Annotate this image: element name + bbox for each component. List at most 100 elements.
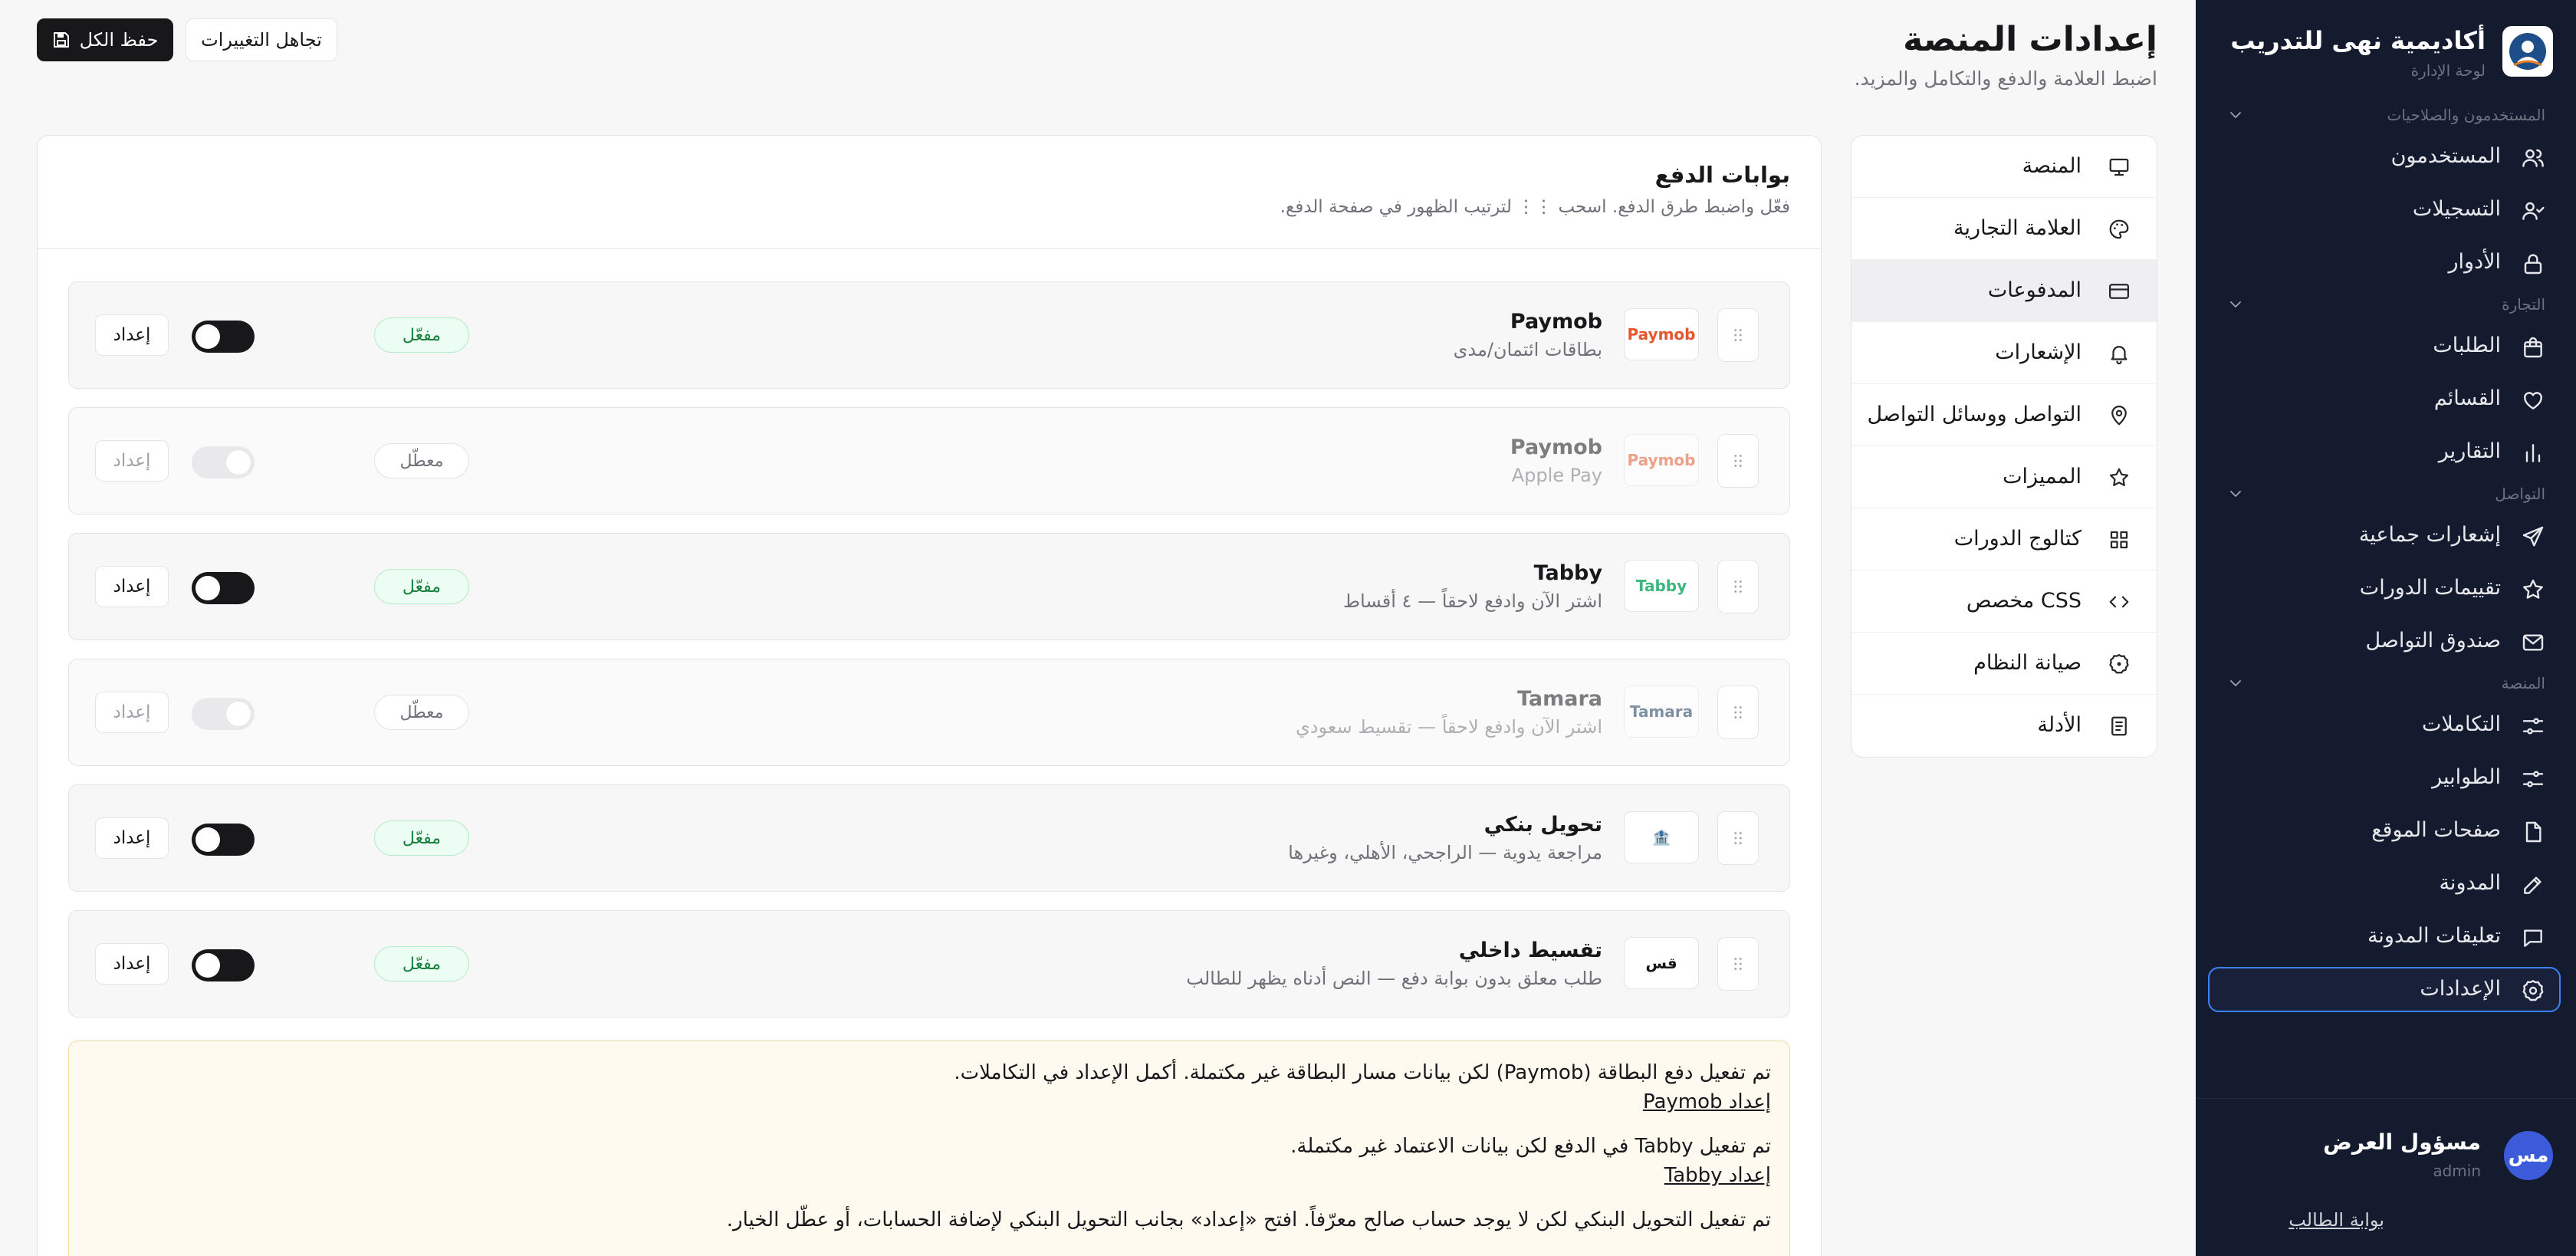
save-all-label: حفظ الكل <box>79 29 159 51</box>
sidebar-item[interactable]: المدونة <box>2196 857 2576 910</box>
nav-group-header[interactable]: المنصة <box>2196 668 2576 699</box>
message-icon <box>2521 926 2545 950</box>
settings-tab[interactable]: العلامة التجارية <box>1852 198 2157 260</box>
sidebar-item[interactable]: تعليقات المدونة <box>2196 910 2576 963</box>
settings-tab-label: كتالوج الدورات <box>1953 527 2082 551</box>
gateway-toggle[interactable] <box>192 824 255 856</box>
page-subtitle: اضبط العلامة والدفع والتكامل والمزيد. <box>1854 67 2157 90</box>
gateway-setup-button[interactable]: إعداد <box>95 817 169 859</box>
gateway-setup-button[interactable]: إعداد <box>95 692 169 733</box>
sidebar-item[interactable]: صندوق التواصل <box>2196 615 2576 668</box>
nav-group-header[interactable]: المستخدمون والصلاحيات <box>2196 100 2576 130</box>
gateway-row: Tamara Tamara اشتر الآن وادفع لاحقاً — ت… <box>68 659 1790 766</box>
settings-tab[interactable]: صيانة النظام <box>1852 633 2157 695</box>
users-icon <box>2521 146 2545 170</box>
drag-handle-icon[interactable] <box>1717 560 1759 613</box>
status-badge: مفعّل <box>374 569 469 604</box>
nav-group-header[interactable]: التجارة <box>2196 289 2576 320</box>
lock-icon <box>2521 252 2545 276</box>
toggle-knob <box>226 702 251 726</box>
gateway-name: Paymob <box>1510 436 1602 459</box>
discard-changes-button[interactable]: تجاهل التغييرات <box>186 18 337 61</box>
gateway-description: طلب معلق بدون بوابة دفع — النص أدناه يظه… <box>1186 968 1602 989</box>
gateway-logo: قس <box>1624 937 1699 989</box>
gateway-name: Paymob <box>1510 310 1602 334</box>
gateway-toggle[interactable] <box>192 698 255 730</box>
gateway-setup-button[interactable]: إعداد <box>95 314 169 356</box>
card-subtitle: فعّل واضبط طرق الدفع. اسحب ⋮⋮ لترتيب الظ… <box>1280 197 1790 217</box>
nav-group-header[interactable]: التواصل <box>2196 478 2576 509</box>
drag-handle-icon[interactable] <box>1717 434 1759 488</box>
gateway-toggle[interactable] <box>192 321 255 353</box>
gateway-row: 🏦 تحويل بنكي مراجعة يدوية — الراجحي، الأ… <box>68 784 1790 892</box>
sidebar-item-label: صندوق التواصل <box>2365 629 2501 653</box>
toggle-knob <box>226 450 251 475</box>
drag-handle-icon[interactable] <box>1717 308 1759 362</box>
chevron-down-icon[interactable] <box>2226 106 2245 124</box>
sidebar-item[interactable]: التسجيلات <box>2196 183 2576 236</box>
settings-tab[interactable]: الإشعارات <box>1852 322 2157 384</box>
setup-paymob-link[interactable]: إعداد Paymob <box>1643 1090 1771 1113</box>
sidebar: أكاديمية نهى للتدريب لوحة الإدارة المستخ… <box>2196 0 2576 1256</box>
sidebar-item-label: تقييمات الدورات <box>2359 576 2501 600</box>
sidebar-item-label: تعليقات المدونة <box>2367 924 2501 948</box>
sidebar-item-label: التكاملات <box>2421 712 2501 736</box>
sidebar-item[interactable]: التكاملات <box>2196 699 2576 751</box>
drag-handle-icon[interactable] <box>1717 811 1759 865</box>
drag-handle-icon[interactable] <box>1717 937 1759 991</box>
sidebar-item-label: المستخدمون <box>2390 144 2501 168</box>
student-portal-link[interactable]: بوابة الطالب <box>2288 1209 2384 1231</box>
status-badge: مفعّل <box>374 317 469 353</box>
sidebar-item[interactable]: المستخدمون <box>2196 130 2576 183</box>
sidebar-item[interactable]: الطلبات <box>2196 320 2576 373</box>
gateway-toggle[interactable] <box>192 446 255 478</box>
gateway-setup-button[interactable]: إعداد <box>95 943 169 985</box>
save-all-button[interactable]: حفظ الكل <box>37 18 173 61</box>
sidebar-item[interactable]: الطوابير <box>2196 751 2576 804</box>
settings-tab-label: المدفوعات <box>1987 278 2082 302</box>
settings-tab-label: العلامة التجارية <box>1953 216 2082 240</box>
sidebar-nav: المستخدمون والصلاحيات المستخدمون التسجيل… <box>2196 100 2576 1016</box>
gateway-setup-button[interactable]: إعداد <box>95 566 169 607</box>
gateway-setup-button[interactable]: إعداد <box>95 440 169 482</box>
settings-tab[interactable]: المنصة <box>1852 136 2157 198</box>
sidebar-item[interactable]: تقييمات الدورات <box>2196 562 2576 615</box>
status-badge: معطّل <box>374 695 469 730</box>
gateway-toggle[interactable] <box>192 572 255 604</box>
chevron-down-icon[interactable] <box>2226 674 2245 692</box>
sidebar-item[interactable]: التقارير <box>2196 426 2576 478</box>
settings-icon <box>2521 978 2545 1003</box>
avatar[interactable]: مس <box>2504 1131 2553 1180</box>
gateway-description: بطاقات ائتمان/مدى <box>1453 339 1602 360</box>
status-badge: مفعّل <box>374 820 469 856</box>
sidebar-item[interactable]: الإعدادات <box>2196 963 2576 1016</box>
setup-tabby-link[interactable]: إعداد Tabby <box>1664 1164 1771 1187</box>
gateway-logo: Paymob <box>1624 308 1699 360</box>
wrench-icon <box>2108 653 2131 676</box>
sidebar-item[interactable]: إشعارات جماعية <box>2196 509 2576 562</box>
settings-tab[interactable]: كتالوج الدورات <box>1852 508 2157 570</box>
sidebar-item[interactable]: القسائم <box>2196 373 2576 426</box>
settings-tab[interactable]: التواصل ووسائل التواصل <box>1852 384 2157 446</box>
settings-tab[interactable]: الأدلة <box>1852 695 2157 757</box>
sidebar-item[interactable]: صفحات الموقع <box>2196 804 2576 857</box>
sidebar-item-label: الطوابير <box>2432 765 2501 789</box>
card-header: بوابات الدفع فعّل واضبط طرق الدفع. اسحب … <box>38 136 1821 249</box>
sidebar-item-label: الإعدادات <box>2420 977 2501 1001</box>
chevron-down-icon[interactable] <box>2226 295 2245 314</box>
nav-group-label: المستخدمون والصلاحيات <box>2387 106 2546 124</box>
settings-tab[interactable]: المميزات <box>1852 446 2157 508</box>
settings-tab[interactable]: CSS مخصص <box>1852 570 2157 633</box>
gateway-toggle[interactable] <box>192 949 255 981</box>
heart-icon <box>2521 388 2545 413</box>
settings-tab[interactable]: المدفوعات <box>1852 260 2157 322</box>
gateway-logo: Tabby <box>1624 560 1699 612</box>
gateway-row: Paymob Paymob Apple Pay معطّل إعداد <box>68 407 1790 515</box>
sidebar-item[interactable]: الأدوار <box>2196 236 2576 289</box>
drag-handle-icon[interactable] <box>1717 686 1759 739</box>
gateway-description: اشتر الآن وادفع لاحقاً — تقسيط سعودي <box>1296 716 1602 738</box>
payment-gateways-card: بوابات الدفع فعّل واضبط طرق الدفع. اسحب … <box>37 135 1822 1256</box>
warning-tabby: تم تفعيل Tabby في الدفع لكن بيانات الاعت… <box>1290 1135 1771 1158</box>
sidebar-item-label: المدونة <box>2439 871 2501 895</box>
chevron-down-icon[interactable] <box>2226 485 2245 503</box>
